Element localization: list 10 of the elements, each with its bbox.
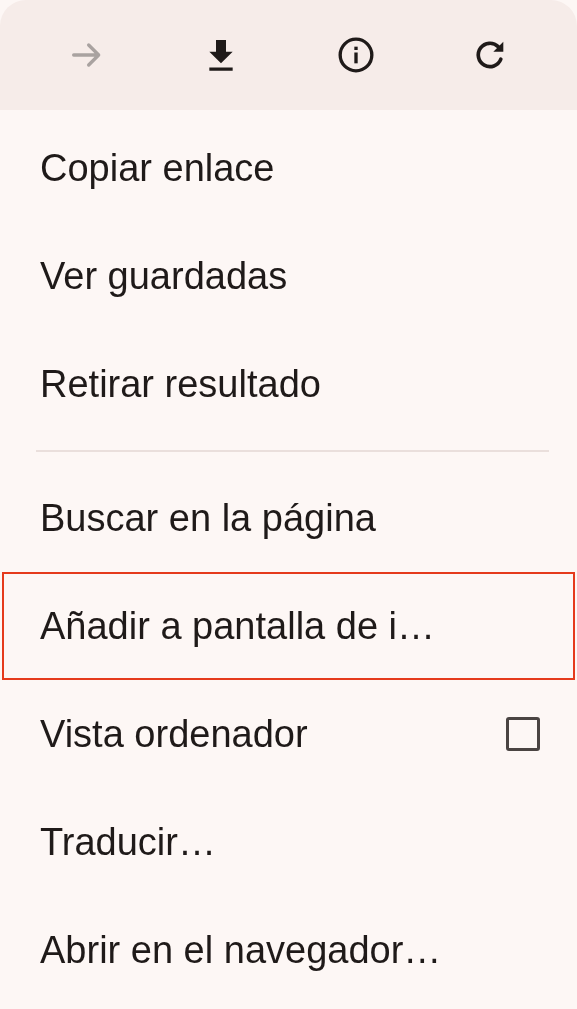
menu-item-label: Vista ordenador (40, 712, 308, 756)
menu-item[interactable]: Traducir… (2, 788, 575, 896)
menu-item[interactable]: Ver guardadas (2, 222, 575, 330)
menu-item[interactable]: Añadir a pantalla de i… (2, 572, 575, 680)
checkbox[interactable] (506, 717, 540, 751)
menu-item[interactable]: Retirar resultado (2, 330, 575, 438)
menu-item[interactable]: Copiar enlace (2, 114, 575, 222)
menu-item[interactable]: Buscar en la página (2, 464, 575, 572)
menu-item[interactable]: Abrir en el navegador… (2, 896, 575, 1004)
menu-item[interactable]: Vista ordenador (2, 680, 575, 788)
